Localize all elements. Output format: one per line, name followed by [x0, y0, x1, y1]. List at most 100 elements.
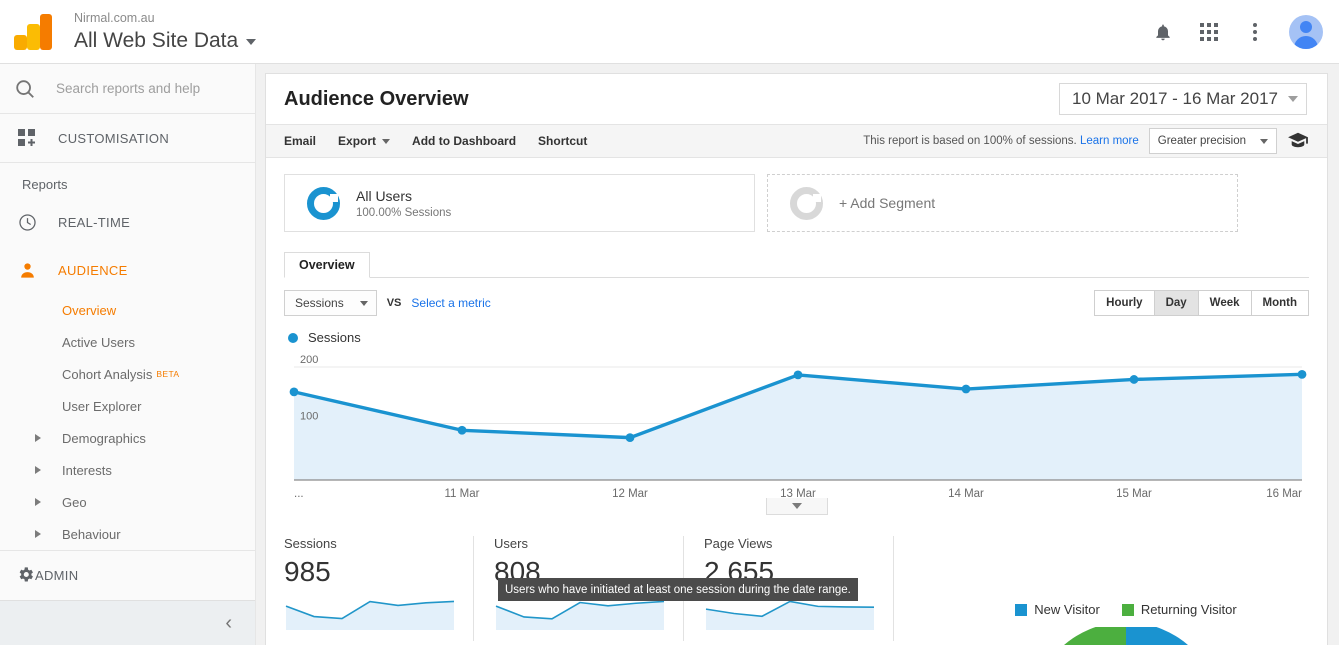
- svg-text:...: ...: [294, 488, 304, 500]
- granularity-week[interactable]: Week: [1198, 291, 1252, 315]
- vs-label: VS: [386, 297, 402, 309]
- sidebar-item-demographics[interactable]: Demographics: [0, 422, 255, 454]
- sidebar-item-label: ADMIN: [35, 568, 79, 583]
- main-content: Audience Overview 10 Mar 2017 - 16 Mar 2…: [256, 64, 1339, 645]
- granularity-hourly[interactable]: Hourly: [1095, 291, 1155, 315]
- chevron-down-icon: [1260, 138, 1268, 144]
- precision-value: Greater precision: [1157, 135, 1246, 147]
- sidebar-item-admin[interactable]: ADMIN: [0, 550, 255, 600]
- segment-name: All Users: [356, 187, 413, 204]
- google-analytics-logo-icon: [14, 13, 56, 50]
- more-vertical-icon[interactable]: [1243, 20, 1267, 44]
- granularity-day[interactable]: Day: [1154, 291, 1199, 315]
- report-card: Audience Overview 10 Mar 2017 - 16 Mar 2…: [265, 73, 1328, 645]
- chevron-down-icon: [791, 503, 802, 509]
- tile-sparkline: [284, 594, 455, 641]
- sessions-line-chart[interactable]: 100 200... 11 Mar 12 Mar 13 Mar 14 Mar 15 Mar 1…: [284, 355, 1309, 515]
- chart-legend: Sessions: [266, 316, 1327, 345]
- svg-text:15 Mar: 15 Mar: [1116, 488, 1152, 500]
- property-title: All Web Site Data: [74, 28, 239, 52]
- chevron-down-icon: [382, 138, 391, 144]
- tile-label: Page Views: [704, 536, 773, 551]
- segment-donut-placeholder-icon: [790, 186, 823, 220]
- date-range-picker[interactable]: 10 Mar 2017 - 16 Mar 2017: [1058, 83, 1307, 115]
- sidebar-item-overview[interactable]: Overview: [0, 294, 255, 326]
- top-bar-icons: [1151, 14, 1339, 49]
- segment-sub: 100.00% Sessions: [356, 206, 452, 219]
- sidebar-search-row[interactable]: [0, 64, 255, 114]
- account-selector[interactable]: Nirmal.com.au All Web Site Data: [74, 11, 257, 52]
- metric-controls: Sessions VS Select a metric Hourly Day W…: [266, 278, 1327, 316]
- learn-more-link[interactable]: Learn more: [1080, 135, 1139, 147]
- segment-text: All Users 100.00% Sessions: [356, 188, 451, 219]
- sidebar-item-behaviour[interactable]: Behaviour: [0, 518, 255, 550]
- tile-label: Sessions: [284, 536, 337, 551]
- primary-metric-selector[interactable]: Sessions: [284, 290, 377, 316]
- page-header: Audience Overview 10 Mar 2017 - 16 Mar 2…: [266, 74, 1327, 124]
- person-icon: [16, 261, 38, 280]
- tile-label: Users: [494, 536, 528, 551]
- sidebar-item-customisation[interactable]: CUSTOMISATION: [0, 114, 255, 162]
- granularity-month[interactable]: Month: [1251, 291, 1308, 315]
- sidebar-item-label: AUDIENCE: [58, 262, 128, 278]
- chevron-right-icon: [35, 530, 41, 538]
- date-range-value: 10 Mar 2017 - 16 Mar 2017: [1071, 89, 1278, 108]
- sampling-note-text: This report is based on 100% of sessions…: [863, 135, 1077, 147]
- tab-label: Overview: [299, 258, 355, 272]
- svg-text:200: 200: [300, 355, 318, 366]
- select-metric-link[interactable]: Select a metric: [411, 296, 490, 310]
- clock-icon: [16, 213, 38, 232]
- legend-swatch: [1121, 603, 1134, 616]
- add-to-dashboard-button[interactable]: Add to Dashboard: [412, 134, 516, 148]
- shortcut-button[interactable]: Shortcut: [538, 134, 587, 148]
- apps-grid-icon[interactable]: [1197, 20, 1221, 44]
- chevron-left-icon[interactable]: ‹: [225, 613, 232, 633]
- granularity-toggle-group: Hourly Day Week Month: [1094, 290, 1309, 316]
- metric-tooltip: Users who have initiated at least one se…: [498, 578, 858, 601]
- search-input[interactable]: [56, 81, 236, 96]
- notifications-bell-icon[interactable]: [1151, 20, 1175, 44]
- new-vs-returning-pie[interactable]: New Visitor Returning Visitor 25.2%: [961, 602, 1291, 645]
- user-avatar[interactable]: [1289, 14, 1323, 49]
- property-title-row[interactable]: All Web Site Data: [74, 28, 257, 52]
- chevron-right-icon: [35, 434, 41, 442]
- pie-legend-new-visitor[interactable]: New Visitor: [1015, 602, 1100, 617]
- sidebar-item-geo[interactable]: Geo: [0, 486, 255, 518]
- sampling-hat-icon[interactable]: [1287, 131, 1309, 152]
- sidebar-item-label: Demographics: [62, 430, 146, 446]
- tab-strip: Overview: [284, 250, 1309, 278]
- sidebar-item-label: Geo: [62, 494, 87, 510]
- email-button[interactable]: Email: [284, 134, 316, 148]
- pie-legend-returning-visitor[interactable]: Returning Visitor: [1121, 602, 1237, 617]
- tile-sessions[interactable]: Sessions 985: [284, 536, 474, 641]
- sidebar-item-cohort-analysis[interactable]: Cohort Analysis BETA: [0, 358, 255, 390]
- segments-row: All Users 100.00% Sessions + Add Segment: [266, 158, 1327, 232]
- customisation-grid-icon: [16, 129, 38, 147]
- add-segment-label: + Add Segment: [839, 195, 936, 211]
- sidebar-item-realtime[interactable]: REAL-TIME: [0, 198, 255, 246]
- segment-all-users[interactable]: All Users 100.00% Sessions: [284, 174, 755, 232]
- legend-swatch: [1015, 603, 1028, 616]
- sidebar-item-user-explorer[interactable]: User Explorer: [0, 390, 255, 422]
- primary-metric-value: Sessions: [295, 296, 344, 310]
- tile-value: 985: [284, 556, 331, 587]
- legend-label: New Visitor: [1034, 602, 1100, 617]
- tab-overview[interactable]: Overview: [284, 252, 370, 278]
- add-segment-button[interactable]: + Add Segment: [767, 174, 1238, 232]
- export-button[interactable]: Export: [338, 134, 391, 148]
- chevron-down-icon: [246, 39, 257, 46]
- chevron-right-icon: [35, 498, 41, 506]
- sidebar-collapse-bar[interactable]: ‹: [0, 600, 255, 645]
- precision-selector[interactable]: Greater precision: [1148, 128, 1277, 154]
- svg-text:14 Mar: 14 Mar: [948, 488, 984, 500]
- sidebar-item-label: CUSTOMISATION: [58, 130, 170, 146]
- sidebar-item-active-users[interactable]: Active Users: [0, 326, 255, 358]
- sidebar-item-label: Behaviour: [62, 526, 121, 542]
- account-domain: Nirmal.com.au: [74, 11, 155, 26]
- sidebar-item-interests[interactable]: Interests: [0, 454, 255, 486]
- sidebar-item-label: User Explorer: [62, 398, 142, 414]
- svg-text:11 Mar: 11 Mar: [445, 488, 480, 500]
- svg-text:16 Mar: 16 Mar: [1266, 488, 1302, 500]
- svg-text:100: 100: [300, 411, 318, 423]
- sidebar-item-audience[interactable]: AUDIENCE: [0, 246, 255, 294]
